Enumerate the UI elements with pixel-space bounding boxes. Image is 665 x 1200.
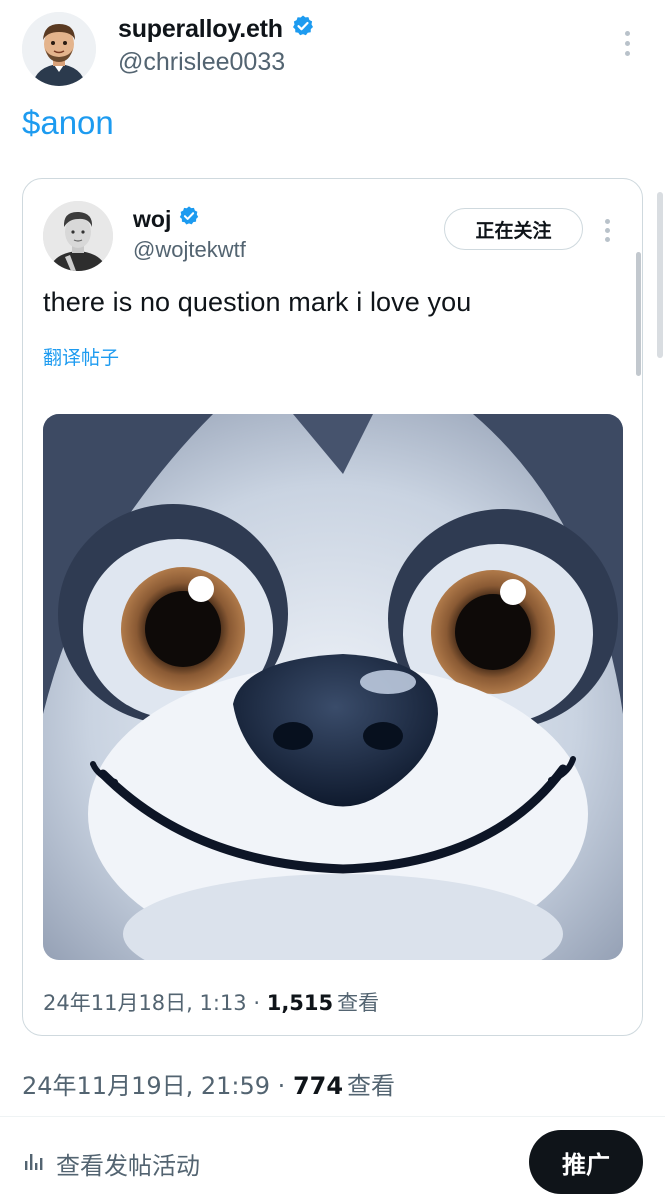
tweet-detail: superalloy.eth @chrislee0033 $anon woj @… — [0, 0, 665, 1200]
bar-chart-icon — [22, 1149, 46, 1179]
more-vertical-icon[interactable] — [614, 26, 640, 60]
more-vertical-icon[interactable] — [595, 215, 619, 245]
verified-badge-icon — [291, 14, 315, 45]
quoted-post-meta: 24年11月18日, 1:13 · 1,515 查看 — [43, 987, 379, 1017]
author-name-text: superalloy.eth — [118, 15, 283, 43]
quoted-author-handle[interactable]: @wojtekwtf — [133, 237, 246, 263]
quoted-author-name-text: woj — [133, 205, 172, 232]
post-media-image[interactable] — [43, 414, 623, 960]
post-timestamp[interactable]: 24年11月19日, 21:59 — [22, 1066, 270, 1101]
scrollbar-thumb[interactable] — [636, 252, 641, 376]
post-meta: 24年11月19日, 21:59 · 774 查看 — [22, 1066, 395, 1101]
scrollbar-track[interactable] — [657, 192, 663, 358]
translate-post-link[interactable]: 翻译帖子 — [43, 343, 119, 370]
meta-separator: · — [270, 1072, 293, 1100]
verified-badge-icon — [178, 205, 200, 233]
post-text-cashtag[interactable]: $anon — [22, 104, 114, 142]
divider — [0, 1116, 665, 1117]
following-button[interactable]: 正在关注 — [444, 208, 583, 250]
quoted-post-view-count: 1,515 — [266, 991, 334, 1015]
author-avatar[interactable] — [22, 12, 96, 86]
post-views-label: 查看 — [347, 1072, 396, 1100]
quoted-post-card[interactable]: woj @wojtekwtf 正在关注 there is no question… — [22, 178, 643, 1036]
view-post-activity-link[interactable]: 查看发帖活动 — [22, 1146, 200, 1181]
post-view-count: 774 — [292, 1072, 344, 1100]
author-handle[interactable]: @chrislee0033 — [118, 48, 285, 77]
quoted-author-avatar[interactable] — [43, 201, 113, 271]
quoted-post-timestamp[interactable]: 24年11月18日, 1:13 — [43, 987, 247, 1017]
promote-button[interactable]: 推广 — [529, 1130, 643, 1194]
quoted-post-views-label: 查看 — [337, 991, 380, 1015]
view-post-activity-label: 查看发帖活动 — [56, 1152, 200, 1180]
quoted-post-text: there is no question mark i love you — [43, 287, 472, 317]
author-display-name[interactable]: superalloy.eth — [118, 14, 315, 45]
quoted-author-display-name[interactable]: woj — [133, 205, 200, 233]
meta-separator: · — [246, 991, 267, 1015]
